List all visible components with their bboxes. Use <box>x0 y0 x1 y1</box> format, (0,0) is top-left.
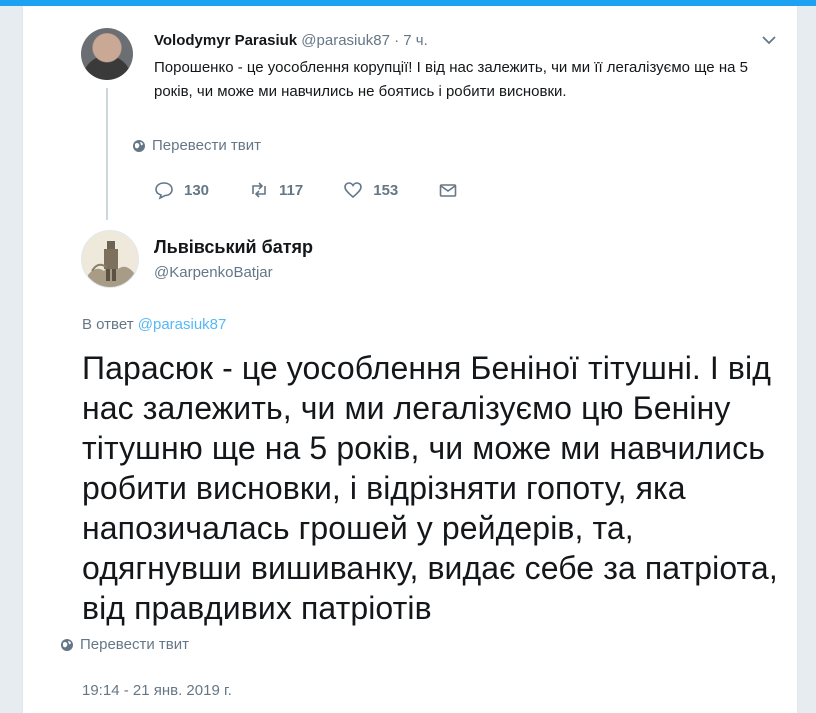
tweet-permalink-card: Volodymyr Parasiuk @parasiuk87 · 7 ч. По… <box>22 6 798 713</box>
globe-icon <box>61 638 73 651</box>
retweet-count: 117 <box>279 181 304 199</box>
parent-translate-link[interactable]: Перевести твит <box>132 137 261 154</box>
main-tweet-text: Парасюк - це уособлення Беніної тітушні.… <box>82 350 778 626</box>
retweet-icon <box>252 182 266 198</box>
main-author-handle[interactable]: @KarpenkoBatjar <box>154 264 273 281</box>
reply-count: 130 <box>184 181 210 199</box>
like-count: 153 <box>373 181 399 199</box>
reply-context: В ответ @parasiuk87 <box>82 316 226 333</box>
envelope-icon <box>439 184 457 197</box>
thread-connector-line <box>106 88 108 220</box>
like-button[interactable]: 153 <box>343 180 398 200</box>
parent-tweet-header: Volodymyr Parasiuk @parasiuk87 · 7 ч. <box>154 32 428 49</box>
parent-author-handle[interactable]: @parasiuk87 <box>301 32 390 49</box>
main-author-name[interactable]: Львівський батяр <box>154 237 313 258</box>
main-translate-link[interactable]: Перевести твит <box>60 636 189 653</box>
globe-icon <box>133 139 145 152</box>
background-left <box>0 6 22 713</box>
reply-prefix: В ответ <box>82 316 134 333</box>
avatar-illustration <box>82 231 138 287</box>
tweet-timestamp[interactable]: 19:14 - 21 янв. 2019 г. <box>82 682 232 699</box>
parent-author-avatar[interactable] <box>81 28 133 80</box>
parent-author-name[interactable]: Volodymyr Parasiuk <box>154 32 297 49</box>
reply-icon <box>155 182 173 200</box>
reply-button[interactable]: 130 <box>154 180 209 200</box>
direct-message-button[interactable] <box>438 180 458 200</box>
main-translate-label: Перевести твит <box>80 636 189 653</box>
reply-to-link[interactable]: @parasiuk87 <box>138 316 227 333</box>
parent-tweet-time[interactable]: · 7 ч. <box>394 32 428 49</box>
parent-tweet-actions: 130 117 153 <box>154 180 498 200</box>
retweet-button[interactable]: 117 <box>249 180 303 200</box>
chevron-down-icon[interactable] <box>761 34 777 46</box>
parent-translate-label: Перевести твит <box>152 137 261 154</box>
parent-tweet-text: Порошенко - це уособлення корупції! І ві… <box>154 59 748 100</box>
heart-icon <box>344 182 363 199</box>
background-right <box>796 6 816 713</box>
main-author-avatar[interactable] <box>81 230 139 288</box>
